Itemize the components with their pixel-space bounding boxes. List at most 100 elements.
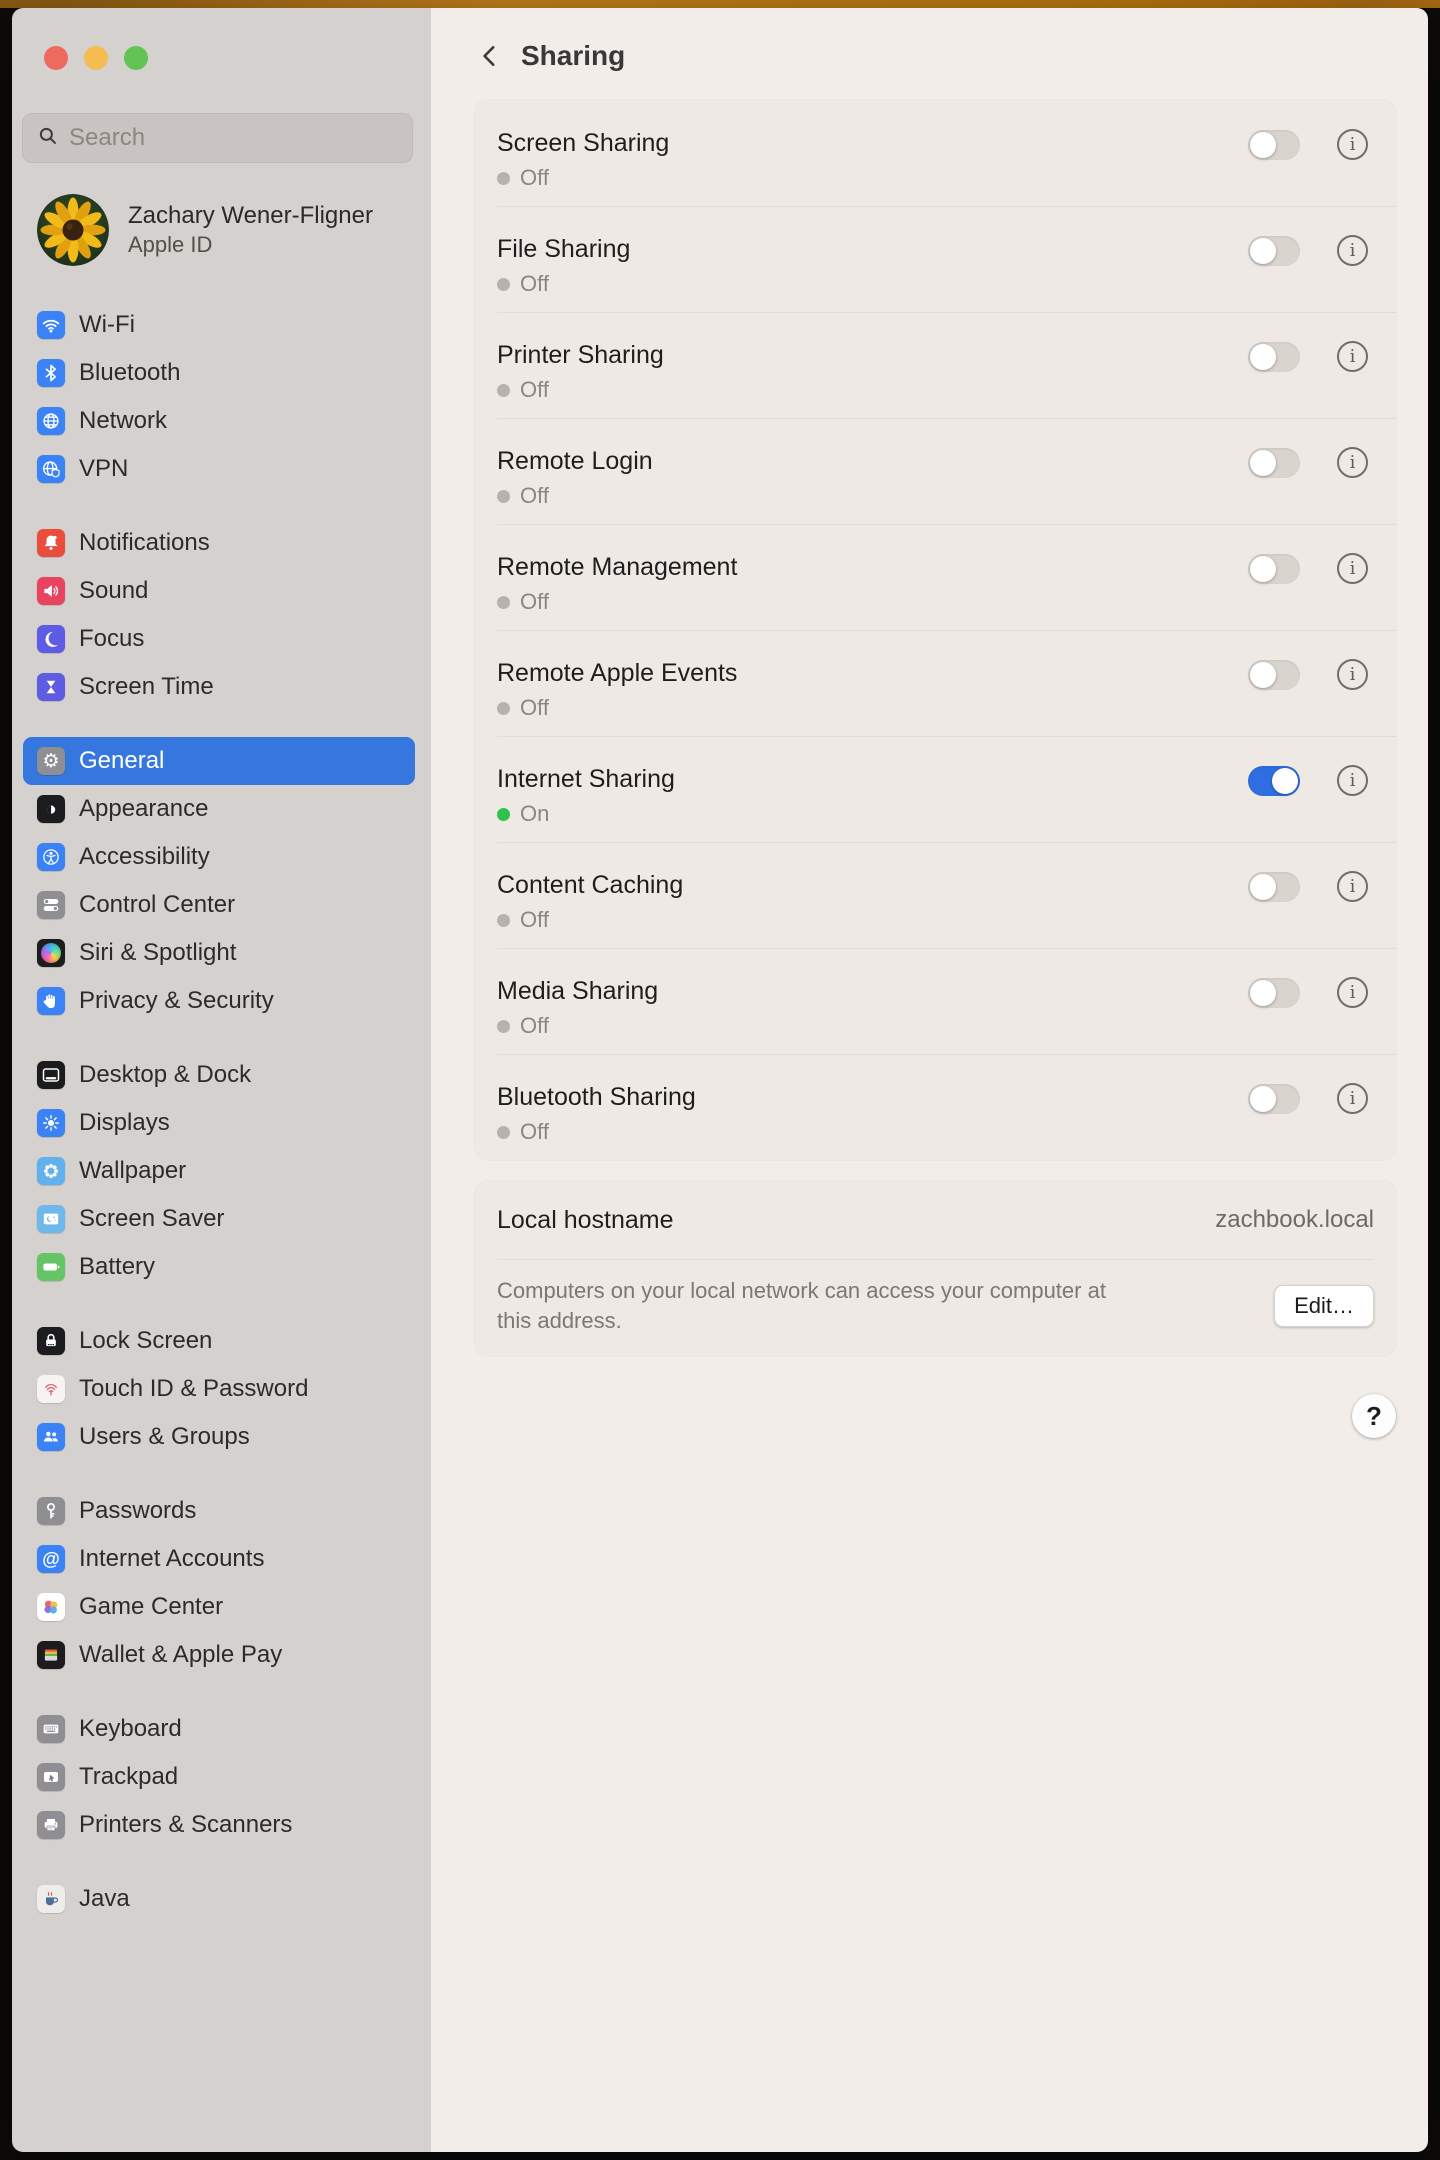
edit-hostname-button[interactable]: Edit… [1274, 1285, 1374, 1327]
service-info: Remote LoginOff [497, 418, 653, 509]
service-row-internet-sharing: Internet SharingOni [475, 736, 1396, 842]
sidebar-item-trackpad[interactable]: Trackpad [23, 1753, 415, 1801]
sidebar-item-label: Users & Groups [79, 1423, 250, 1451]
sidebar-item-sound[interactable]: Sound [23, 567, 415, 615]
sidebar-item-wifi[interactable]: Wi-Fi [23, 301, 415, 349]
sidebar-item-wallet[interactable]: Wallet & Apple Pay [23, 1631, 415, 1679]
sidebar-item-internet-accounts[interactable]: @Internet Accounts [23, 1535, 415, 1583]
sidebar-item-siri-spotlight[interactable]: Siri & Spotlight [23, 929, 415, 977]
status-dot-icon [497, 914, 510, 927]
service-name: Media Sharing [497, 976, 658, 1006]
sidebar-item-lock-screen[interactable]: Lock Screen [23, 1317, 415, 1365]
sidebar-item-control-center[interactable]: Control Center [23, 881, 415, 929]
toggle-remote-login[interactable] [1248, 448, 1300, 478]
zoom-button[interactable] [124, 46, 148, 70]
service-row-remote-management: Remote ManagementOff i [475, 524, 1396, 630]
back-button[interactable] [475, 40, 505, 72]
sidebar-item-printers[interactable]: Printers & Scanners [23, 1801, 415, 1849]
service-status: Off [497, 1013, 658, 1039]
service-row-media-sharing: Media Sharing Off i [475, 948, 1396, 1054]
info-button-printer-sharing[interactable]: i [1337, 341, 1368, 372]
sidebar-item-appearance[interactable]: ◑Appearance [23, 785, 415, 833]
status-dot-icon [497, 172, 510, 185]
sidebar-item-passwords[interactable]: Passwords [23, 1487, 415, 1535]
hostname-description: Computers on your local network can acce… [497, 1276, 1117, 1336]
hostname-value: zachbook.local [1215, 1206, 1374, 1234]
sidebar-item-wallpaper[interactable]: Wallpaper [23, 1147, 415, 1195]
sidebar-item-label: Keyboard [79, 1715, 182, 1743]
sidebar-item-label: Network [79, 407, 167, 435]
close-button[interactable] [44, 46, 68, 70]
info-button-content-caching[interactable]: i [1337, 871, 1368, 902]
sidebar-item-displays[interactable]: Displays [23, 1099, 415, 1147]
info-button-screen-sharing[interactable]: i [1337, 129, 1368, 160]
sidebar-item-screen-saver[interactable]: Screen Saver [23, 1195, 415, 1243]
toggle-bluetooth-sharing[interactable] [1248, 1084, 1300, 1114]
sidebar-item-bluetooth[interactable]: Bluetooth [23, 349, 415, 397]
toggle-media-sharing[interactable] [1248, 978, 1300, 1008]
service-status: Off [497, 1119, 696, 1145]
sidebar-item-game-center[interactable]: Game Center [23, 1583, 415, 1631]
status-dot-icon [497, 384, 510, 397]
toggle-screen-sharing[interactable] [1248, 130, 1300, 160]
sidebar-item-label: Lock Screen [79, 1327, 212, 1355]
help-button[interactable]: ? [1352, 1394, 1396, 1438]
sidebar-item-java[interactable]: Java [23, 1875, 415, 1923]
status-text: Off [520, 271, 549, 297]
toggle-remote-management[interactable] [1248, 554, 1300, 584]
service-name: Remote Apple Events [497, 658, 737, 688]
service-row-printer-sharing: Printer SharingOffi [475, 312, 1396, 418]
sidebar-item-label: Privacy & Security [79, 987, 274, 1015]
sidebar-item-battery[interactable]: Battery [23, 1243, 415, 1291]
sidebar-item-network[interactable]: Network [23, 397, 415, 445]
sidebar-item-notifications[interactable]: Notifications [23, 519, 415, 567]
sidebar-item-privacy-security[interactable]: Privacy & Security [23, 977, 415, 1025]
system-settings-window: Search Zachary Wener-Fligner Apple ID [12, 8, 1428, 2152]
toggle-file-sharing[interactable] [1248, 236, 1300, 266]
info-button-bluetooth-sharing[interactable]: i [1337, 1083, 1368, 1114]
globe-shield-icon [37, 455, 65, 483]
apple-id-profile[interactable]: Zachary Wener-Fligner Apple ID [37, 194, 421, 266]
hostname-row: Local hostname zachbook.local [475, 1181, 1396, 1259]
desktop-menubar-strip [0, 0, 1440, 8]
sidebar-item-label: General [79, 747, 164, 775]
info-button-internet-sharing[interactable]: i [1337, 765, 1368, 796]
toggle-knob [1250, 874, 1276, 900]
info-button-file-sharing[interactable]: i [1337, 235, 1368, 266]
service-controls: i [1248, 1054, 1368, 1114]
sidebar-item-desktop-dock[interactable]: Desktop & Dock [23, 1051, 415, 1099]
siri-orb-icon [37, 939, 65, 967]
service-name: Content Caching [497, 870, 683, 900]
toggle-internet-sharing[interactable] [1248, 766, 1300, 796]
toggle-printer-sharing[interactable] [1248, 342, 1300, 372]
service-info: File SharingOff [497, 206, 630, 297]
sidebar-item-screen-time[interactable]: Screen Time [23, 663, 415, 711]
sidebar-group: Wi-FiBluetooth Network VPN [12, 301, 431, 493]
toggle-remote-apple-events[interactable] [1248, 660, 1300, 690]
info-button-remote-apple-events[interactable]: i [1337, 659, 1368, 690]
info-button-media-sharing[interactable]: i [1337, 977, 1368, 1008]
desktop-window-icon [37, 1061, 65, 1089]
sidebar-item-accessibility[interactable]: Accessibility [23, 833, 415, 881]
at-sign-icon: @ [37, 1545, 65, 1573]
info-button-remote-login[interactable]: i [1337, 447, 1368, 478]
toggle-content-caching[interactable] [1248, 872, 1300, 902]
service-row-bluetooth-sharing: Bluetooth SharingOffi [475, 1054, 1396, 1160]
wallet-cards-icon [37, 1641, 65, 1669]
service-info: Remote ManagementOff [497, 524, 737, 615]
bell-icon [37, 529, 65, 557]
sidebar-item-focus[interactable]: Focus [23, 615, 415, 663]
search-input[interactable]: Search [22, 113, 413, 163]
sidebar-item-label: Battery [79, 1253, 155, 1281]
status-dot-icon [497, 1020, 510, 1033]
sidebar-group: Desktop & DockDisplaysWallpaperScreen Sa… [12, 1051, 431, 1291]
service-row-content-caching: Content CachingOff i [475, 842, 1396, 948]
service-info: Content CachingOff [497, 842, 683, 933]
info-button-remote-management[interactable]: i [1337, 553, 1368, 584]
sidebar-item-users-groups[interactable]: Users & Groups [23, 1413, 415, 1461]
sidebar-item-vpn[interactable]: VPN [23, 445, 415, 493]
sidebar-item-keyboard[interactable]: Keyboard [23, 1705, 415, 1753]
sidebar-item-general[interactable]: ⚙General [23, 737, 415, 785]
minimize-button[interactable] [84, 46, 108, 70]
sidebar-item-touch-id[interactable]: Touch ID & Password [23, 1365, 415, 1413]
